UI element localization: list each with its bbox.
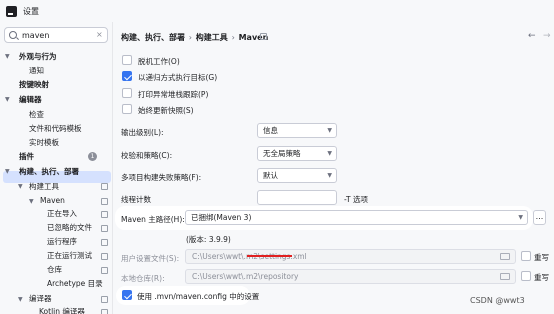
sidebar-item-notifications[interactable]: 通知 [29,65,44,77]
chevron-down-icon: ▼ [327,172,332,179]
multiproject-fail-select[interactable]: 默认 ▼ [257,168,337,183]
sidebar-item-maven[interactable]: Maven [40,195,65,207]
sidebar-item-live-templates[interactable]: 实时模板 [29,137,59,149]
sidebar-item-keymap[interactable]: 按键映射 [19,79,49,91]
chevron-down-icon[interactable]: ▼ [5,168,13,175]
project-scope-icon [260,33,267,40]
print-exceptions-label: 打印异常堆栈跟踪(P) [138,90,209,99]
project-scope-icon [101,309,108,314]
repo-override-label: 重写 [534,273,549,282]
user-settings-input[interactable]: C:\Users\wwt\.m2\settings.xml [185,249,516,264]
search-value: maven [22,31,50,40]
checksum-value: 无全局策略 [263,149,301,158]
maven-home-value: 已捆绑(Maven 3) [191,213,252,222]
watermark: CSDN @wwt3 [470,296,525,305]
breadcrumb: 构建、执行、部署 › 构建工具 › Maven [121,32,268,43]
browse-button[interactable]: ... [533,210,546,225]
breadcrumb-separator: › [231,33,235,42]
chevron-down-icon[interactable]: ▼ [5,53,13,60]
recursive-label: 以递归方式执行目标(G) [138,73,218,82]
breadcrumb-separator: › [188,33,192,42]
window-title: 设置 [23,7,39,16]
project-scope-icon [101,211,108,218]
output-level-value: 信息 [263,126,278,135]
project-scope-icon [101,253,108,260]
multiproject-fail-label: 多项目构建失败策略(F): [121,173,202,182]
sidebar-item-ignored-files[interactable]: 已忽略的文件 [47,222,92,234]
recursive-checkbox[interactable] [122,71,132,81]
sidebar-item-file-templates[interactable]: 文件和代码模板 [29,123,82,135]
sidebar-item-build-tools[interactable]: 构建工具 [29,181,59,193]
search-input[interactable]: maven × [4,27,108,43]
sidebar-item-appearance[interactable]: 外观与行为 [19,51,57,63]
maven-home-select[interactable]: 已捆绑(Maven 3) ▼ [185,210,528,225]
output-level-label: 输出级别(L): [121,128,164,137]
thread-option-hint: -T 选项 [344,195,368,204]
chevron-down-icon[interactable]: ▼ [5,96,13,103]
project-scope-icon [101,267,108,274]
project-scope-icon [101,225,108,232]
clear-icon[interactable]: × [96,30,103,39]
app-icon [6,6,17,17]
project-scope-icon [101,239,108,246]
maven-home-label: Maven 主路径(H): [121,215,185,224]
plugins-badge: 1 [88,152,97,161]
title-bar [0,0,554,22]
breadcrumb-build-exec-deploy[interactable]: 构建、执行、部署 [121,33,185,42]
settings-override-checkbox[interactable] [521,251,531,261]
project-scope-icon [101,183,108,190]
settings-override-label: 重写 [534,253,549,262]
repo-override-checkbox[interactable] [521,271,531,281]
chevron-down-icon[interactable]: ▼ [18,296,26,303]
forward-arrow-icon[interactable]: → [543,31,551,41]
offline-checkbox[interactable] [122,55,132,65]
always-update-label: 始终更新快照(S) [138,106,194,115]
mvn-config-checkbox[interactable] [122,290,132,300]
sidebar-item-importing[interactable]: 正在导入 [47,208,77,220]
output-level-select[interactable]: 信息 ▼ [257,123,337,138]
local-repo-input[interactable]: C:\Users\wwt\.m2\repository [185,269,516,284]
chevron-down-icon: ▼ [327,127,332,134]
checksum-select[interactable]: 无全局策略 ▼ [257,146,337,161]
project-scope-icon [101,198,108,205]
print-exceptions-checkbox[interactable] [122,88,132,98]
mvn-config-label: 使用 .mvn/maven.config 中的设置 [137,292,260,301]
sidebar-item-archetype-catalogs[interactable]: Archetype 目录 [47,278,103,290]
sidebar-item-running-tests[interactable]: 正在运行测试 [47,250,92,262]
chevron-down-icon: ▼ [518,214,523,221]
offline-label: 脱机工作(O) [138,57,180,66]
user-settings-label: 用户设置文件(S): [121,254,180,263]
sidebar-item-kotlin-compiler[interactable]: Kotlin 编译器 [39,306,85,314]
thread-count-input[interactable] [257,190,337,205]
local-repo-label: 本地仓库(R): [121,274,165,283]
chevron-down-icon: ▼ [327,150,332,157]
search-icon [9,31,17,39]
always-update-checkbox[interactable] [122,104,132,114]
thread-count-label: 线程计数 [121,195,151,204]
chevron-down-icon[interactable]: ▼ [29,198,37,205]
sidebar-item-plugins[interactable]: 插件 [19,151,34,163]
maven-version: (版本: 3.9.9) [186,235,231,244]
sidebar-item-runner[interactable]: 运行程序 [47,236,77,248]
settings-underline [247,255,292,257]
sidebar-item-editor[interactable]: 编辑器 [19,94,42,106]
breadcrumb-build-tools[interactable]: 构建工具 [196,33,228,42]
checksum-label: 校验和策略(C): [121,151,173,160]
chevron-down-icon[interactable]: ▼ [18,183,26,190]
sidebar-item-compiler[interactable]: 编译器 [29,293,52,305]
sidebar-item-inspections[interactable]: 检查 [29,109,44,121]
multiproject-fail-value: 默认 [263,171,278,180]
sidebar-item-build-exec-deploy[interactable]: 构建、执行、部署 [19,166,79,178]
project-scope-icon [101,296,108,303]
folder-icon[interactable] [500,253,510,260]
folder-icon[interactable] [500,273,510,280]
back-arrow-icon[interactable]: ← [528,31,536,41]
sidebar-item-repositories[interactable]: 仓库 [47,264,62,276]
